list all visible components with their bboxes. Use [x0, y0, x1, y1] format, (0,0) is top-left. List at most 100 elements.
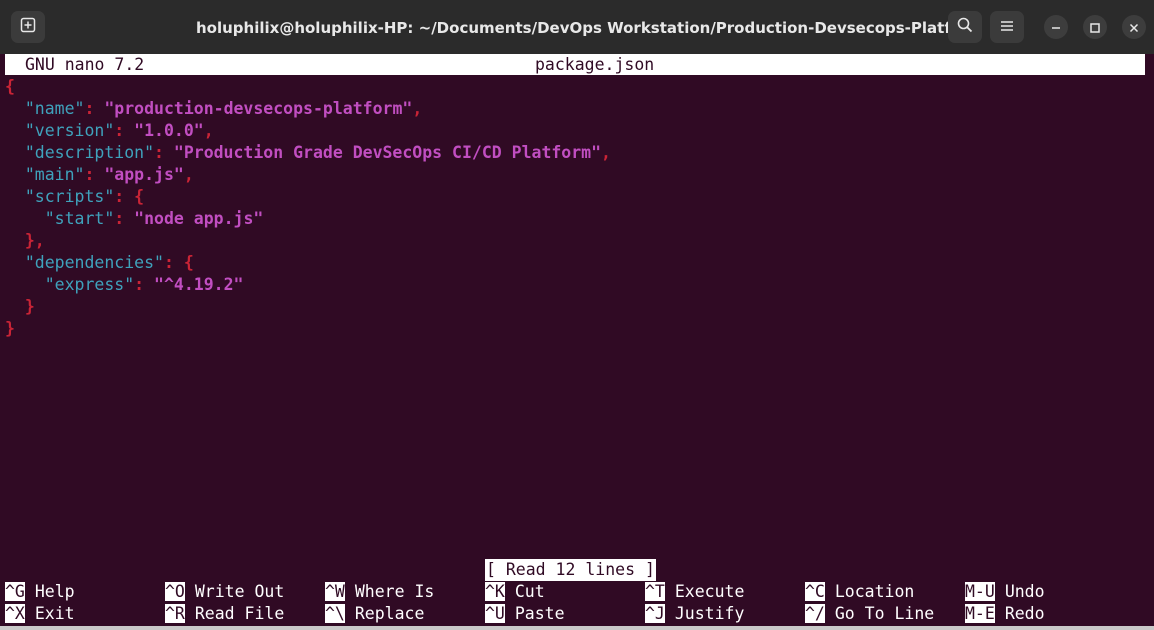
shortcut-key: ^W — [325, 582, 345, 601]
code-token: "express" — [44, 275, 135, 294]
shortcut-key: M-U — [965, 582, 995, 601]
code-token: "production-devsecops-platform" — [104, 99, 413, 118]
search-button[interactable] — [948, 11, 982, 43]
maximize-icon — [1090, 18, 1100, 37]
window-title: holuphilix@holuphilix-HP: ~/Documents/De… — [196, 19, 958, 37]
code-token: "name" — [24, 99, 85, 118]
shortcut-key: ^/ — [805, 604, 825, 623]
code-token: "start" — [44, 209, 115, 228]
code-token: : — [134, 275, 155, 294]
shortcut-key: ^U — [485, 604, 505, 623]
shortcut-paste[interactable]: ^U Paste — [485, 603, 565, 625]
code-line: "version": "1.0.0", — [5, 120, 214, 142]
shortcut-execute[interactable]: ^T Execute — [645, 581, 744, 603]
shortcut-key: ^K — [485, 582, 505, 601]
shortcut-key: ^C — [805, 582, 825, 601]
code-token: : — [154, 143, 174, 162]
shortcut-label: Go To Line — [834, 604, 935, 623]
code-line: } — [5, 296, 35, 318]
minimize-button[interactable] — [1044, 15, 1068, 39]
shortcut-key: ^R — [165, 604, 185, 623]
terminal-window: holuphilix@holuphilix-HP: ~/Documents/De… — [0, 0, 1154, 630]
code-token: "Production Grade DevSecOps CI/CD Platfo… — [173, 143, 602, 162]
code-token: , — [601, 143, 611, 162]
shortcut-label: Location — [834, 582, 915, 601]
status-message: [ Read 12 lines ] — [485, 559, 656, 581]
shortcut-label: Cut — [514, 582, 545, 601]
code-token: , — [412, 99, 423, 118]
shortcut-label: Replace — [354, 604, 425, 623]
code-token: "app.js" — [104, 165, 184, 184]
code-token: , — [183, 165, 194, 184]
maximize-button[interactable] — [1083, 15, 1107, 39]
shortcut-exit[interactable]: ^X Exit — [5, 603, 75, 625]
shortcut-label: Write Out — [194, 582, 285, 601]
code-line: "dependencies": { — [5, 252, 194, 274]
code-line: "scripts": { — [5, 186, 144, 208]
shortcut-location[interactable]: ^C Location — [805, 581, 914, 603]
file-name: package.json — [535, 55, 655, 74]
code-token: : — [84, 165, 105, 184]
shortcut-read-file[interactable]: ^R Read File — [165, 603, 284, 625]
code-token: "node app.js" — [134, 209, 264, 228]
title-bar[interactable]: holuphilix@holuphilix-HP: ~/Documents/De… — [0, 0, 1154, 54]
code-line: } — [5, 318, 15, 340]
code-token: { — [5, 77, 15, 96]
shortcut-help[interactable]: ^G Help — [5, 581, 75, 603]
shortcut-cut[interactable]: ^K Cut — [485, 581, 545, 603]
code-line: "main": "app.js", — [5, 164, 194, 186]
code-token: , — [203, 121, 214, 140]
shortcut-key: ^G — [5, 582, 25, 601]
shortcut-label: Undo — [1004, 582, 1045, 601]
shortcut-justify[interactable]: ^J Justify — [645, 603, 744, 625]
code-token: "scripts" — [24, 187, 115, 206]
code-token: }, — [24, 231, 45, 250]
code-token: : { — [114, 187, 145, 206]
code-line: "start": "node app.js" — [5, 208, 264, 230]
shortcut-label: Redo — [1004, 604, 1045, 623]
close-icon — [1129, 18, 1139, 37]
shortcut-key: ^X — [5, 604, 25, 623]
shortcut-where-is[interactable]: ^W Where Is — [325, 581, 434, 603]
shortcut-replace[interactable]: ^\ Replace — [325, 603, 424, 625]
code-line: }, — [5, 230, 45, 252]
code-token: : — [84, 99, 105, 118]
close-button[interactable] — [1122, 15, 1146, 39]
shortcut-undo[interactable]: M-U Undo — [965, 581, 1045, 603]
new-tab-icon — [20, 17, 36, 37]
code-line: "description": "Production Grade DevSecO… — [5, 142, 611, 164]
hamburger-menu-icon — [1000, 18, 1014, 37]
code-token: "description" — [24, 143, 155, 162]
shortcut-go-to-line[interactable]: ^/ Go To Line — [805, 603, 934, 625]
code-token: "^4.19.2" — [154, 275, 244, 294]
minimize-icon — [1051, 18, 1061, 37]
background-window-strip — [0, 626, 1154, 630]
code-token: : — [114, 209, 135, 228]
shortcut-key: ^O — [165, 582, 185, 601]
menu-button[interactable] — [990, 11, 1024, 43]
shortcut-write-out[interactable]: ^O Write Out — [165, 581, 284, 603]
shortcut-label: Justify — [674, 604, 745, 623]
new-tab-button[interactable] — [11, 11, 45, 43]
shortcut-label: Execute — [674, 582, 745, 601]
shortcut-key: ^J — [645, 604, 665, 623]
shortcut-label: Paste — [514, 604, 565, 623]
shortcut-key: ^T — [645, 582, 665, 601]
shortcut-redo[interactable]: M-E Redo — [965, 603, 1045, 625]
search-icon — [957, 17, 973, 37]
shortcut-label: Where Is — [354, 582, 435, 601]
code-token: : { — [163, 253, 194, 272]
code-token: "1.0.0" — [134, 121, 204, 140]
shortcut-key: ^\ — [325, 604, 345, 623]
shortcut-label: Read File — [194, 604, 285, 623]
shortcut-key: M-E — [965, 604, 995, 623]
code-line: "express": "^4.19.2" — [5, 274, 244, 296]
